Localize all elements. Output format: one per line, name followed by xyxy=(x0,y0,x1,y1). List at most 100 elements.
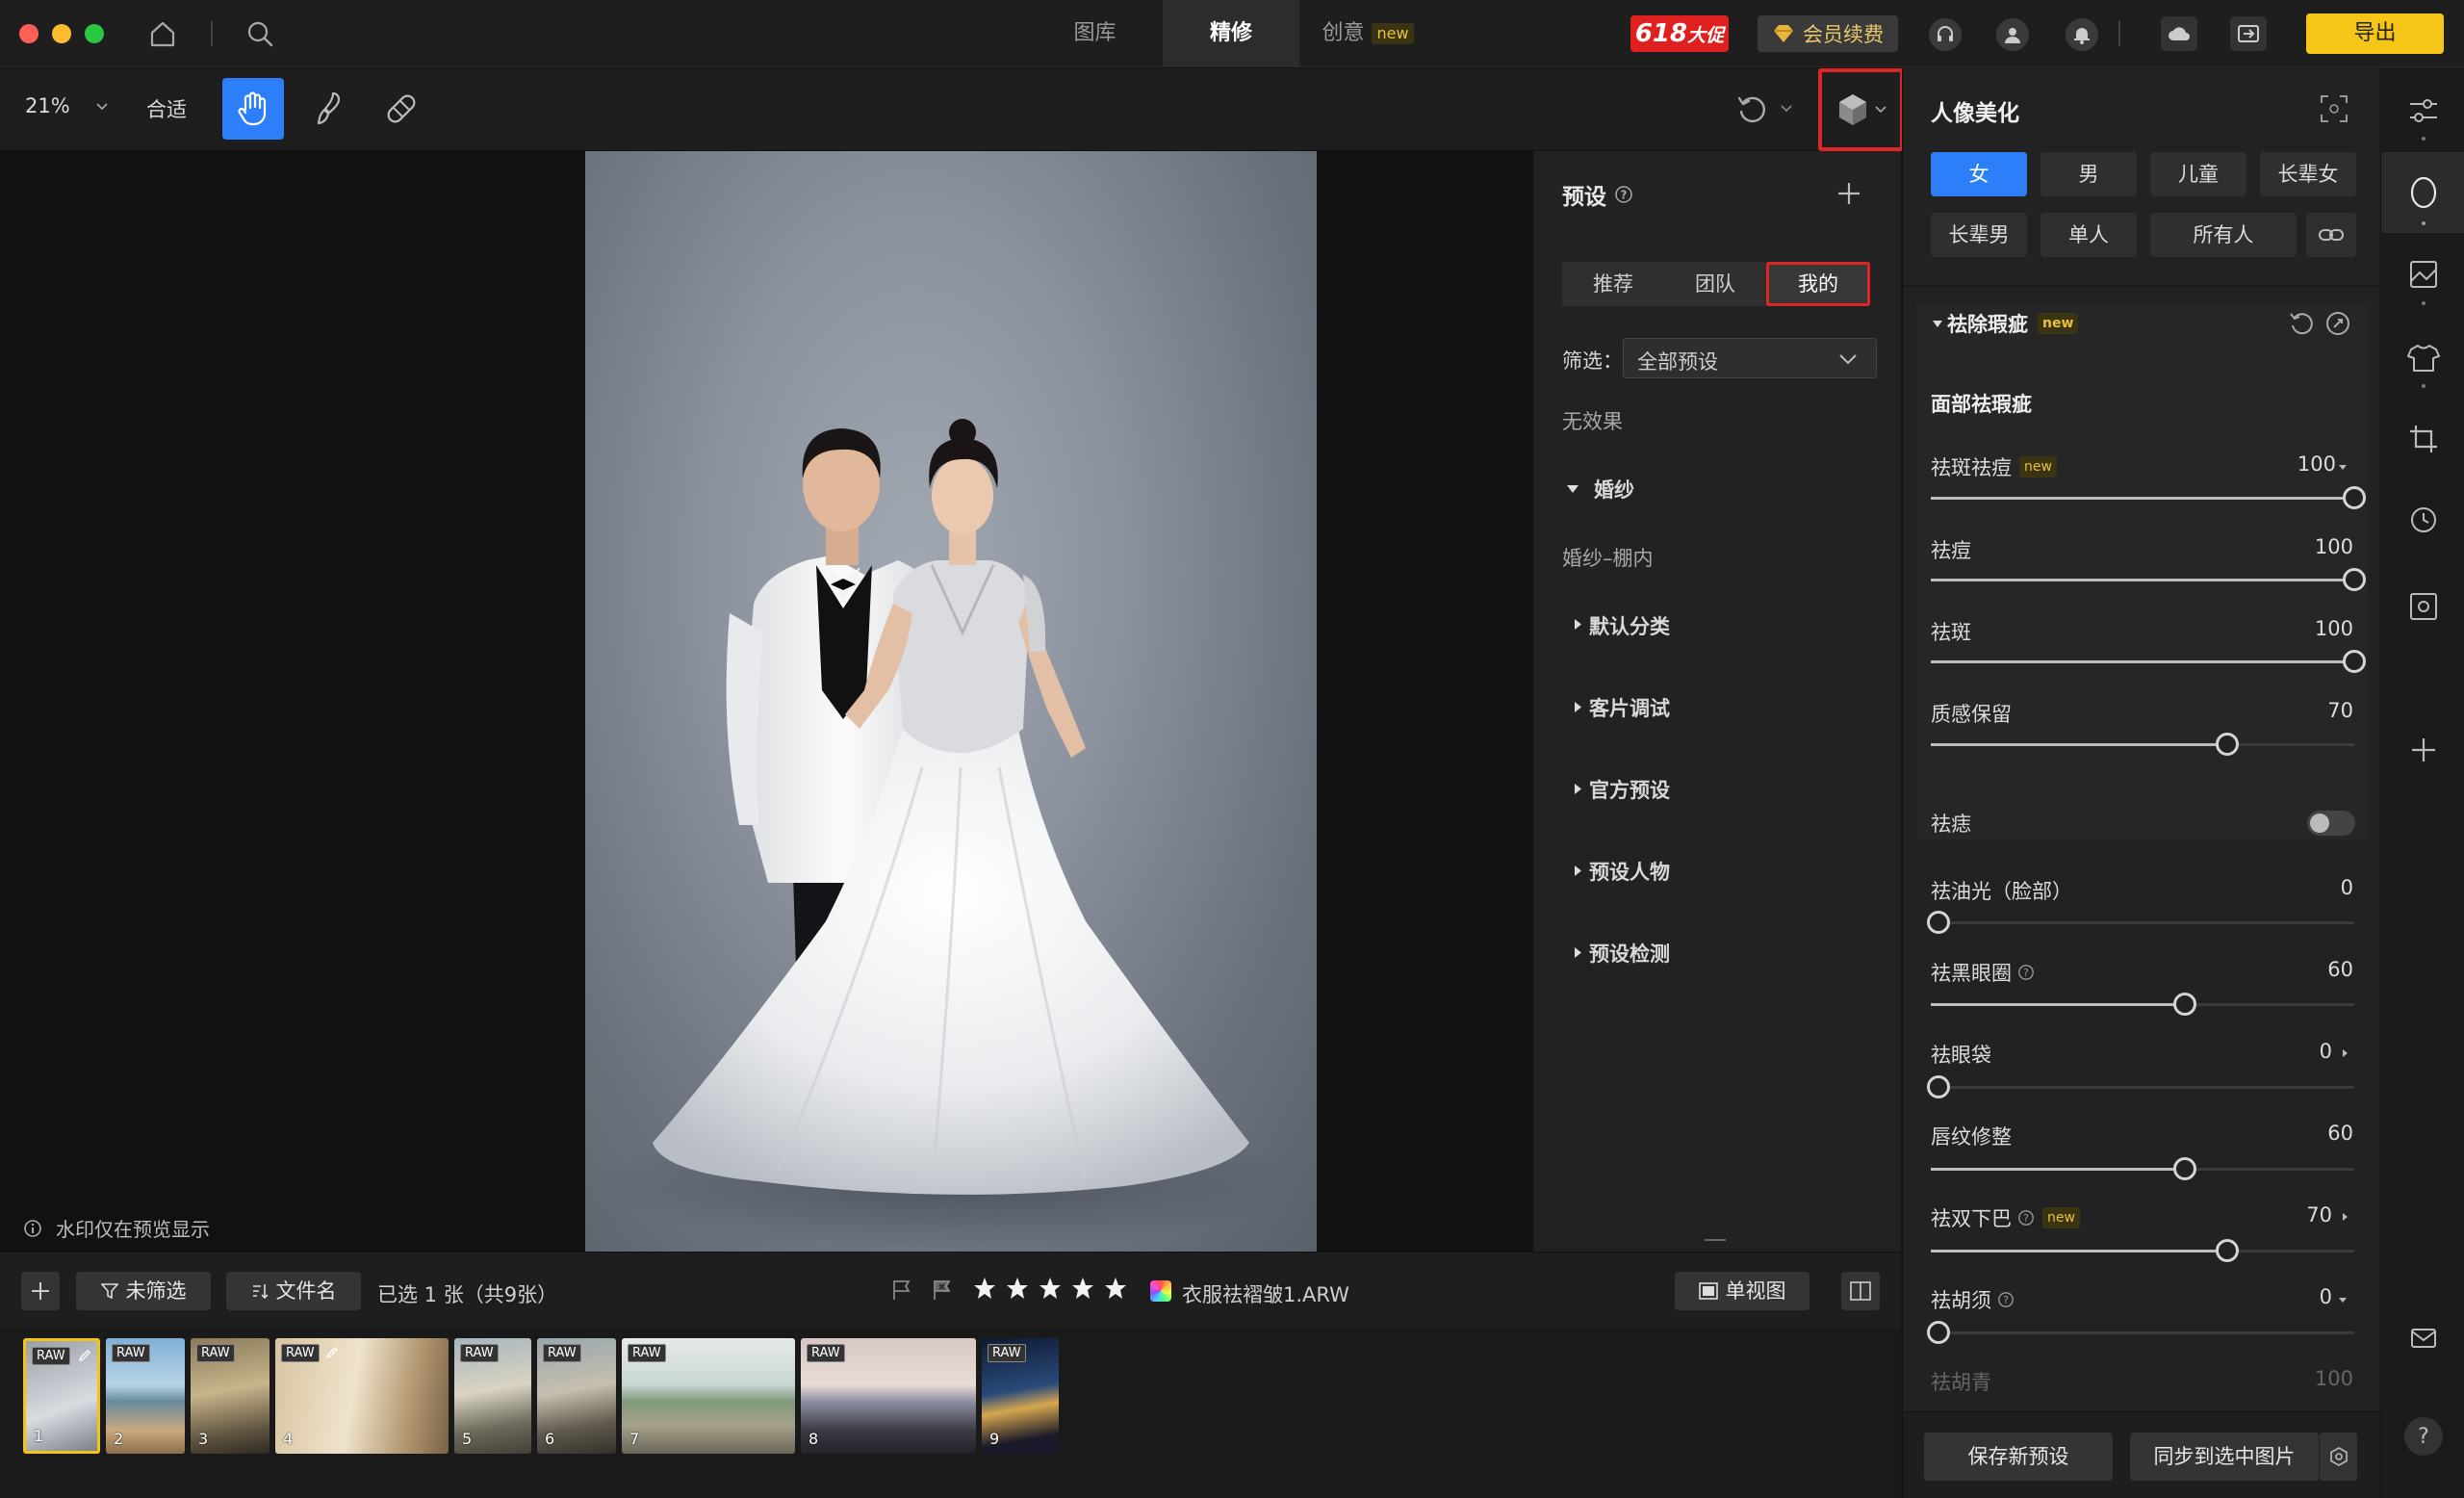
chip-female[interactable]: 女 xyxy=(1931,152,2027,196)
home-icon[interactable] xyxy=(148,19,177,48)
thumbnail[interactable]: RAW 8 xyxy=(801,1338,976,1454)
image-adjust-icon[interactable] xyxy=(2404,255,2443,294)
crop-icon[interactable] xyxy=(2404,420,2443,458)
slider-track[interactable] xyxy=(1931,1157,2354,1180)
chip-child[interactable]: 儿童 xyxy=(2150,152,2246,196)
slider-track[interactable] xyxy=(1927,911,2354,934)
star-icon[interactable] xyxy=(1103,1276,1128,1301)
slider-value[interactable]: 100 xyxy=(2315,535,2353,558)
zoom-value[interactable]: 21% xyxy=(25,94,70,117)
thumbnail[interactable]: RAW 4 xyxy=(275,1338,449,1454)
compare-view-icon[interactable] xyxy=(1841,1272,1880,1310)
help-icon[interactable]: ? xyxy=(1997,1291,2015,1308)
sort-button[interactable]: 文件名 xyxy=(226,1272,361,1310)
tab-retouch[interactable]: 精修 xyxy=(1163,0,1299,67)
add-preset-icon[interactable] xyxy=(1835,180,1862,207)
tab-mine[interactable]: 我的 xyxy=(1766,262,1870,306)
slider-track[interactable] xyxy=(1927,1321,2354,1344)
slider-knob[interactable] xyxy=(2173,993,2196,1016)
thumbnail[interactable]: RAW 7 xyxy=(622,1338,795,1454)
mole-remove-toggle[interactable] xyxy=(2307,811,2355,836)
slider-knob[interactable] xyxy=(1927,1321,1950,1344)
slider-knob[interactable] xyxy=(2173,1157,2196,1180)
slider-value[interactable]: 60 xyxy=(2327,1122,2353,1145)
reject-flag-icon[interactable] xyxy=(932,1279,953,1301)
slider-knob[interactable] xyxy=(2343,650,2366,673)
sync-settings-icon[interactable] xyxy=(2319,1433,2357,1481)
add-tool-icon[interactable] xyxy=(2404,731,2443,769)
caret-right-icon[interactable] xyxy=(2342,1212,2348,1222)
help-icon[interactable]: ? xyxy=(2017,964,2035,981)
triangle-down-icon[interactable] xyxy=(1932,320,1943,328)
brush-tool-icon[interactable] xyxy=(310,90,345,128)
watermark-icon[interactable] xyxy=(2404,587,2443,626)
chip-single[interactable]: 单人 xyxy=(2040,213,2137,257)
history-icon[interactable] xyxy=(2404,501,2443,539)
chip-elder-male[interactable]: 长辈男 xyxy=(1931,213,2027,257)
flag-icon[interactable] xyxy=(891,1279,912,1301)
preset-panel-button[interactable] xyxy=(1818,68,1904,151)
export-button[interactable]: 导出 xyxy=(2306,13,2444,54)
triangle-right-icon[interactable] xyxy=(1574,618,1582,631)
slider-track[interactable] xyxy=(1931,568,2366,591)
member-renew-button[interactable]: 会员续费 xyxy=(1758,15,1898,52)
thumbnail[interactable]: RAW 6 xyxy=(537,1338,616,1454)
chevron-down-icon[interactable] xyxy=(96,103,108,111)
cloud-icon[interactable] xyxy=(2161,16,2197,51)
help-icon[interactable]: ? xyxy=(2404,1417,2443,1456)
preset-category[interactable]: 客片调试 xyxy=(1589,693,1670,722)
bandage-tool-icon[interactable] xyxy=(383,90,420,128)
fit-button[interactable]: 合适 xyxy=(146,94,187,123)
slider-knob[interactable] xyxy=(2216,733,2239,756)
slider-track[interactable] xyxy=(1931,993,2354,1016)
slider-value[interactable]: 70 xyxy=(2327,699,2353,722)
tab-creative[interactable]: 创意 new xyxy=(1299,0,1436,67)
preset-category[interactable]: 官方预设 xyxy=(1589,775,1670,804)
triangle-right-icon[interactable] xyxy=(1574,783,1582,795)
chip-male[interactable]: 男 xyxy=(2040,152,2137,196)
filter-button[interactable]: 未筛选 xyxy=(76,1272,211,1310)
hand-tool-button[interactable] xyxy=(222,78,284,140)
mail-icon[interactable] xyxy=(2404,1319,2443,1357)
triangle-right-icon[interactable] xyxy=(1574,701,1582,713)
bell-icon[interactable] xyxy=(2066,18,2098,51)
caret-down-icon[interactable] xyxy=(2338,1297,2348,1304)
search-icon[interactable] xyxy=(245,19,274,48)
thumbnail[interactable]: RAW 2 xyxy=(106,1338,185,1454)
preset-group-wedding[interactable]: 婚纱 xyxy=(1594,475,1634,504)
chip-everyone[interactable]: 所有人 xyxy=(2150,213,2297,257)
sync-selected-button[interactable]: 同步到选中图片 xyxy=(2130,1433,2319,1481)
switch-icon[interactable] xyxy=(2230,16,2267,51)
slider-knob[interactable] xyxy=(2343,486,2366,509)
headset-icon[interactable] xyxy=(1929,18,1962,51)
tab-team[interactable]: 团队 xyxy=(1664,262,1766,306)
slider-value[interactable]: 0 xyxy=(2320,1285,2332,1308)
slider-value[interactable]: 70 xyxy=(2306,1203,2332,1227)
promo-badge[interactable]: 618大促 xyxy=(1630,15,1729,52)
caret-down-icon[interactable] xyxy=(2338,464,2348,471)
star-icon[interactable] xyxy=(972,1276,997,1301)
color-label-icon[interactable] xyxy=(1150,1280,1171,1302)
help-icon[interactable]: ? xyxy=(1614,185,1633,204)
face-icon[interactable] xyxy=(2404,173,2443,212)
face-scan-icon[interactable] xyxy=(2320,94,2348,123)
chip-elder-female[interactable]: 长辈女 xyxy=(2260,152,2356,196)
star-icon[interactable] xyxy=(1005,1276,1030,1301)
preset-category[interactable]: 预设人物 xyxy=(1589,857,1670,886)
slider-value[interactable]: 100 xyxy=(2297,452,2336,476)
slider-track[interactable] xyxy=(1931,1239,2354,1262)
slider-value[interactable]: 0 xyxy=(2320,1040,2332,1063)
chevron-down-icon[interactable] xyxy=(1781,105,1792,113)
triangle-right-icon[interactable] xyxy=(1574,865,1582,877)
compare-icon[interactable] xyxy=(2324,310,2351,337)
slider-value[interactable]: 0 xyxy=(2341,876,2353,899)
link-icon[interactable] xyxy=(2306,213,2356,257)
clothing-icon[interactable] xyxy=(2404,339,2443,377)
thumbnail[interactable]: RAW 1 xyxy=(23,1338,100,1454)
slider-value[interactable]: 100 xyxy=(2315,617,2353,640)
add-image-button[interactable] xyxy=(21,1272,60,1310)
panel-resize-handle[interactable] xyxy=(1705,1239,1726,1241)
filter-select[interactable]: 全部预设 xyxy=(1623,338,1877,378)
triangle-down-icon[interactable] xyxy=(1566,484,1579,494)
maximize-window-button[interactable] xyxy=(85,24,104,43)
